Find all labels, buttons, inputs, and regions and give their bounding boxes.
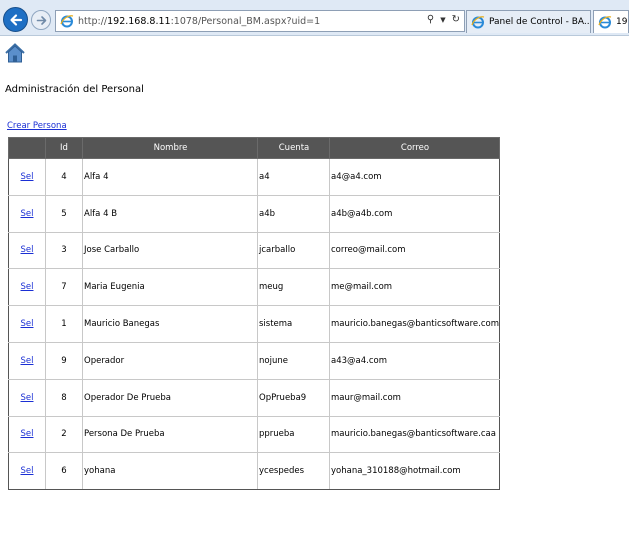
row-nombre: Operador De Prueba [82, 378, 258, 417]
row-id: 2 [45, 415, 83, 454]
row-select-link[interactable]: Sel [21, 393, 34, 403]
column-header-select [8, 137, 46, 159]
row-cuenta: nojune [257, 341, 330, 380]
tab-label: Panel de Control - BA... [489, 17, 591, 27]
row-select-link[interactable]: Sel [21, 356, 34, 366]
table-row: Sel 9 Operador nojune a43@a4.com [8, 341, 500, 380]
row-select-cell: Sel [8, 305, 46, 343]
row-cuenta: OpPrueba9 [257, 378, 330, 417]
row-cuenta: pprueba [257, 415, 330, 454]
row-correo: mauricio.banegas@banticsoftware.caa [329, 415, 500, 454]
browser-toolbar: http://192.168.8.11:1078/Personal_BM.asp… [0, 0, 629, 36]
table-row: Sel 5 Alfa 4 Ba4b a4b@a4b.com [8, 194, 500, 233]
row-select-cell: Sel [8, 415, 46, 454]
internet-explorer-icon [598, 16, 612, 29]
row-correo: a4b@a4b.com [329, 194, 500, 233]
home-icon [5, 43, 25, 63]
row-correo: yohana_310188@hotmail.com [329, 452, 500, 491]
table-row: Sel 4 Alfa 4 a4 a4@a4.com [8, 158, 500, 196]
row-nombre: Alfa 4 [82, 158, 258, 196]
row-id: 4 [45, 158, 83, 196]
row-cuenta: meug [257, 268, 330, 307]
tab-panel-de-control[interactable]: Panel de Control - BA... [466, 10, 591, 33]
row-cuenta: jcarballo [257, 231, 330, 270]
row-select-cell: Sel [8, 194, 46, 233]
home-button[interactable] [4, 42, 26, 64]
table-row: Sel 7 Maria Eugenia meug me@mail.com [8, 268, 500, 307]
row-nombre: Persona De Prueba [82, 415, 258, 454]
row-nombre: Alfa 4 B [82, 194, 258, 233]
row-select-cell: Sel [8, 341, 46, 380]
row-select-link[interactable]: Sel [21, 282, 34, 292]
internet-explorer-icon [60, 15, 74, 28]
row-correo: me@mail.com [329, 268, 500, 307]
row-select-link[interactable]: Sel [21, 172, 34, 182]
column-header-cuenta: Cuenta [257, 137, 330, 159]
row-correo: correo@mail.com [329, 231, 500, 270]
row-select-link[interactable]: Sel [21, 429, 34, 439]
row-id: 7 [45, 268, 83, 307]
row-nombre: Maria Eugenia [82, 268, 258, 307]
row-cuenta: a4 [257, 158, 330, 196]
tab-label: 192 [616, 17, 628, 27]
back-button[interactable] [3, 7, 28, 32]
refresh-icon[interactable]: ↻ [452, 14, 460, 25]
row-select-link[interactable]: Sel [21, 466, 34, 476]
address-bar[interactable]: http://192.168.8.11:1078/Personal_BM.asp… [55, 10, 465, 32]
row-cuenta: a4b [257, 194, 330, 233]
row-select-link[interactable]: Sel [21, 209, 34, 219]
row-nombre: Operador [82, 341, 258, 380]
create-person-link[interactable]: Crear Persona [7, 121, 67, 131]
row-select-link[interactable]: Sel [21, 245, 34, 255]
arrow-left-icon [9, 13, 22, 26]
row-select-cell: Sel [8, 378, 46, 417]
column-header-id: Id [45, 137, 83, 159]
row-correo: maur@mail.com [329, 378, 500, 417]
row-correo: mauricio.banegas@banticsoftware.com [329, 305, 500, 343]
row-id: 8 [45, 378, 83, 417]
table-header-row: Id Nombre Cuenta Correo [8, 137, 500, 159]
address-url: http://192.168.8.11:1078/Personal_BM.asp… [78, 15, 321, 27]
row-select-link[interactable]: Sel [21, 319, 34, 329]
row-nombre: yohana [82, 452, 258, 491]
table-row: Sel 3 Jose Carballo jcarballo correo@mail.co… [8, 231, 500, 270]
table-row: Sel 2 Persona De Prueba pprueba mauricio.ban… [8, 415, 500, 454]
row-id: 6 [45, 452, 83, 491]
chevron-down-icon[interactable]: ▼ [440, 16, 445, 24]
row-id: 3 [45, 231, 83, 270]
row-id: 9 [45, 341, 83, 380]
table-row: Sel 1 Mauricio Banegas sistema mauricio.bane… [8, 305, 500, 343]
row-select-cell: Sel [8, 268, 46, 307]
tab-personal[interactable]: 192 [593, 10, 629, 33]
search-icon[interactable]: ⚲ [427, 14, 434, 25]
row-cuenta: ycespedes [257, 452, 330, 491]
personnel-table: Id Nombre Cuenta Correo Sel 4 Alfa 4 a4 a4@a… [8, 137, 500, 491]
internet-explorer-icon [471, 16, 485, 29]
table-row: Sel 8 Operador De Prueba OpPrueba9 maur@mail… [8, 378, 500, 417]
column-header-nombre: Nombre [82, 137, 258, 159]
row-select-cell: Sel [8, 452, 46, 491]
row-correo: a4@a4.com [329, 158, 500, 196]
row-id: 5 [45, 194, 83, 233]
row-nombre: Mauricio Banegas [82, 305, 258, 343]
arrow-right-icon [36, 15, 46, 25]
row-correo: a43@a4.com [329, 341, 500, 380]
column-header-correo: Correo [329, 137, 500, 159]
page-title: Administración del Personal [5, 84, 144, 95]
row-select-cell: Sel [8, 231, 46, 270]
row-nombre: Jose Carballo [82, 231, 258, 270]
forward-button[interactable] [31, 10, 51, 30]
row-id: 1 [45, 305, 83, 343]
table-row: Sel 6 yohana ycespedes yohana_310188@hotmail… [8, 452, 500, 491]
row-select-cell: Sel [8, 158, 46, 196]
row-cuenta: sistema [257, 305, 330, 343]
